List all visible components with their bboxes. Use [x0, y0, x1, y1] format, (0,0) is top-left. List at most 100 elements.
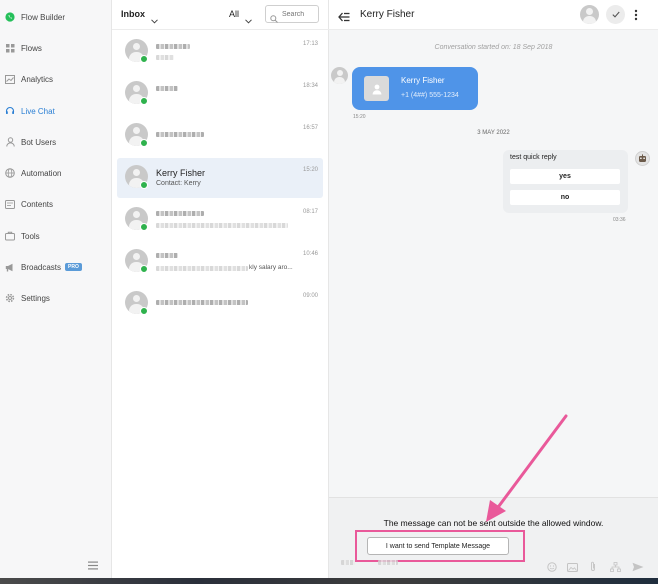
whatsapp-icon: [140, 97, 148, 105]
redacted-preview: [156, 55, 174, 60]
search-icon: [270, 10, 278, 28]
whatsapp-icon: [140, 55, 148, 63]
sidebar-item-label: Live Chat: [21, 106, 55, 116]
conversation-item[interactable]: kly salary aro... 10:46: [117, 242, 323, 282]
redacted-name: [156, 44, 190, 49]
more-vertical-icon[interactable]: [634, 8, 638, 26]
user-icon: [5, 137, 15, 147]
resolve-check-button[interactable]: [606, 5, 625, 24]
conversation-snippet: kly salary aro...: [249, 264, 293, 271]
avatar: [331, 67, 348, 84]
conversation-time: 10:46: [302, 251, 318, 257]
filter-dropdown[interactable]: All: [229, 9, 239, 19]
sidebar-item-label: Contents: [21, 199, 54, 209]
contents-icon: [5, 199, 15, 209]
composer-tab: [378, 560, 398, 565]
conversation-item-kerry-fisher[interactable]: Kerry Fisher Contact: Kerry 15:20: [117, 158, 323, 198]
message-time: 03:36: [613, 217, 626, 223]
whatsapp-icon: [140, 265, 148, 273]
conversation-time: 17:13: [302, 41, 318, 47]
emoji-icon[interactable]: [547, 559, 557, 577]
chat-header: Kerry Fisher: [329, 0, 658, 30]
whatsapp-icon: [140, 223, 148, 231]
image-icon[interactable]: [567, 559, 578, 577]
sidebar-item-label: Settings: [21, 293, 50, 303]
sidebar-item-contents[interactable]: Contents: [0, 192, 112, 216]
inbox-dropdown[interactable]: Inbox: [121, 9, 145, 19]
conversation-time: 16:57: [302, 125, 318, 131]
menu-icon[interactable]: [88, 557, 98, 570]
sidebar-item-flow-builder[interactable]: Flow Builder: [0, 5, 112, 29]
sidebar-item-label: Automation: [21, 168, 62, 178]
sidebar-item-broadcasts[interactable]: Broadcasts PRO: [0, 255, 112, 279]
chat-contact-name: Kerry Fisher: [360, 9, 415, 20]
whatsapp-icon: [5, 12, 15, 22]
chevron-down-icon[interactable]: [151, 11, 158, 29]
redacted-name: [156, 211, 204, 216]
flow-icon[interactable]: [610, 559, 621, 577]
pro-badge: PRO: [65, 263, 82, 271]
app-window: Flow Builder Flows Analytics Live Chat B…: [0, 0, 658, 584]
conversation-item[interactable]: 18:34: [117, 74, 323, 114]
redacted-name: [156, 253, 178, 258]
redacted-name: [156, 300, 248, 305]
sidebar-item-live-chat[interactable]: Live Chat: [0, 99, 112, 123]
quick-reply-message: test quick reply yes no: [503, 150, 628, 213]
sidebar-item-automation[interactable]: Automation: [0, 161, 112, 185]
grid-icon: [5, 43, 15, 53]
sidebar-item-label: Broadcasts: [21, 262, 62, 272]
sidebar-item-analytics[interactable]: Analytics: [0, 67, 112, 91]
conversation-time: 09:00: [302, 293, 318, 299]
contact-card-name: Kerry Fisher: [401, 76, 445, 85]
sidebar-item-bot-users[interactable]: Bot Users: [0, 130, 112, 154]
sidebar-item-settings[interactable]: Settings: [0, 286, 112, 310]
sidebar-item-label: Flows: [21, 43, 42, 53]
send-icon[interactable]: [632, 559, 644, 577]
whatsapp-icon: [140, 181, 148, 189]
bot-avatar-icon: [635, 151, 650, 166]
chevron-down-icon[interactable]: [245, 11, 252, 29]
quick-reply-option-yes[interactable]: yes: [510, 169, 620, 184]
conversation-subtitle: Contact: Kerry: [156, 180, 201, 187]
conversation-time: 15:20: [302, 167, 318, 173]
globe-icon: [5, 168, 15, 178]
conversation-item[interactable]: 08:17: [117, 200, 323, 240]
contact-card-phone: +1 (4##) 555-1234: [401, 92, 459, 99]
redacted-name: [156, 132, 204, 137]
inbox-panel: Inbox All 17:13 18:34: [112, 0, 329, 578]
window-closed-message: The message can not be sent outside the …: [383, 518, 604, 528]
collapse-arrow-icon[interactable]: [338, 9, 350, 27]
sidebar-item-label: Flow Builder: [21, 12, 66, 22]
redacted-preview: [156, 223, 288, 228]
attachment-icon[interactable]: [590, 559, 596, 577]
conversation-time: 08:17: [302, 209, 318, 215]
sidebar-item-label: Bot Users: [21, 137, 57, 147]
tools-icon: [5, 231, 15, 241]
redacted-name: [156, 86, 178, 91]
conversation-started-label: Conversation started on: 18 Sep 2018: [434, 44, 553, 51]
message-time: 15:20: [353, 114, 366, 120]
conversation-time: 18:34: [302, 83, 318, 89]
desktop-background-strip: [0, 578, 658, 584]
sidebar-item-label: Tools: [21, 231, 40, 241]
gear-icon: [5, 293, 15, 303]
assign-agent-avatar[interactable]: [580, 5, 599, 24]
quick-reply-text: test quick reply: [510, 154, 557, 161]
conversation-item[interactable]: 16:57: [117, 116, 323, 156]
whatsapp-icon: [140, 307, 148, 315]
quick-reply-option-no[interactable]: no: [510, 190, 620, 205]
contact-card-message[interactable]: Kerry Fisher +1 (4##) 555-1234: [352, 67, 478, 110]
analytics-icon: [5, 74, 15, 84]
annotation-highlight-box: [355, 530, 525, 562]
conversation-item[interactable]: 09:00: [117, 284, 323, 324]
conversation-item[interactable]: 17:13: [117, 32, 323, 72]
date-separator: 3 MAY 2022: [477, 130, 510, 136]
chat-panel: Kerry Fisher Conversation started on: 18…: [329, 0, 658, 578]
inbox-header: Inbox All: [112, 0, 329, 30]
check-icon: [611, 11, 620, 18]
sidebar-item-tools[interactable]: Tools: [0, 224, 112, 248]
sidebar-item-flows[interactable]: Flows: [0, 36, 112, 60]
headset-icon: [5, 106, 15, 116]
redacted-preview: [156, 266, 248, 271]
conversation-name: Kerry Fisher: [156, 168, 206, 178]
